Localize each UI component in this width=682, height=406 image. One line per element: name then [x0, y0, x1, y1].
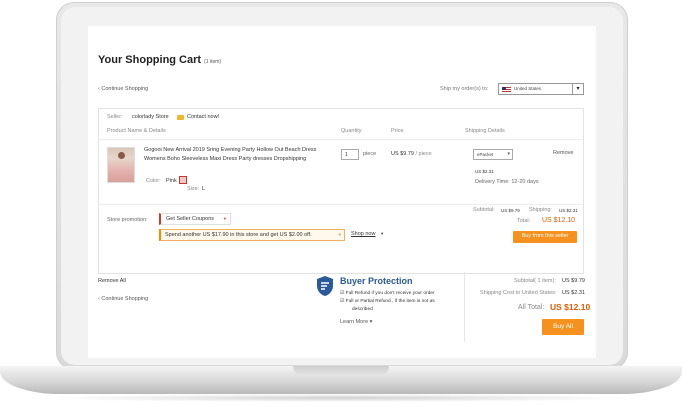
quantity-unit: piece: [363, 151, 377, 157]
learn-more-link[interactable]: Learn More ▾: [340, 319, 372, 325]
chevron-down-icon: ▾: [572, 84, 583, 94]
column-header-quantity: Quantity: [341, 128, 362, 134]
chevron-down-icon: ▾: [223, 216, 226, 221]
shield-icon: [317, 276, 333, 296]
store-shipping-value: US $2.31: [559, 208, 578, 213]
buy-all-label: Buy All: [553, 323, 573, 330]
mail-icon: [177, 115, 184, 120]
chevron-down-icon: ▾: [507, 151, 510, 157]
protection-line-2-text: Full or Partial Refund , if the item is …: [345, 299, 435, 304]
buy-from-seller-button[interactable]: Buy from this seller: [513, 231, 577, 243]
cart-item-count: (1 item): [204, 59, 222, 65]
remove-item-link[interactable]: Remove: [553, 150, 573, 156]
quantity-input[interactable]: 1: [341, 149, 359, 160]
ship-to-label: Ship my order(s) to:: [440, 86, 489, 92]
shop-now-link[interactable]: Shop now: [351, 231, 375, 237]
summary-subtotal-label: Subtotal( 1 item):: [514, 278, 556, 284]
summary-shipping-value: US $2.31: [562, 290, 585, 296]
divider: [464, 272, 465, 342]
get-seller-coupons-button[interactable]: Get Seller Coupons ▾: [159, 213, 231, 225]
store-subtotal-label: Subtotal:: [473, 207, 495, 213]
coupon-label: Get Seller Coupons: [166, 216, 214, 222]
color-value: Pink: [166, 178, 177, 184]
size-label: Size:: [187, 186, 200, 192]
color-label: Color:: [146, 178, 161, 184]
divider: [99, 204, 583, 205]
product-title-link[interactable]: Gogooi New Arrival 2019 Sring Evening Pa…: [144, 146, 319, 163]
divider: [99, 139, 583, 140]
protection-line-partial-refund: ☑ Full or Partial Refund , if the item i…: [340, 299, 435, 304]
page-title: Your Shopping Cart (1 item): [98, 54, 221, 66]
laptop-shadow: [40, 394, 642, 402]
remove-all-link[interactable]: Remove All: [98, 278, 126, 284]
unit-price-value: US $9.79: [391, 151, 414, 157]
protection-line-3-text: described: [352, 307, 373, 312]
contact-now-link[interactable]: Contact now!: [187, 114, 219, 120]
size-value: L: [202, 186, 206, 192]
spend-promotion-select[interactable]: Spend another US $17.90 in this store an…: [159, 229, 345, 241]
shipping-method-select[interactable]: ePacket ▾: [473, 149, 513, 160]
summary-subtotal-value: US $9.79: [562, 278, 585, 284]
seller-name-link[interactable]: colorlady Store: [132, 114, 169, 120]
unit-price: US $9.79 / piece: [391, 151, 432, 157]
continue-shopping-link-top[interactable]: ‹ Continue Shopping: [98, 86, 148, 92]
checkbox-icon: ☑: [340, 291, 345, 296]
us-flag-icon: [502, 87, 511, 92]
laptop-screen: Your Shopping Cart (1 item) ‹ Continue S…: [88, 26, 596, 358]
ship-to-value: United States: [514, 86, 542, 91]
column-header-price: Price: [391, 128, 404, 134]
store-section: Seller: colorlady Store Contact now! Pro…: [98, 108, 584, 274]
spend-promotion-text: Spend another US $17.90 in this store an…: [165, 232, 312, 238]
unit-price-suffix: / piece: [415, 151, 432, 157]
ship-to-select[interactable]: United States ▾: [498, 83, 584, 95]
buy-from-seller-label: Buy from this seller: [521, 233, 569, 239]
continue-shopping-link-bottom[interactable]: ‹ Continue Shopping: [98, 296, 148, 302]
product-thumbnail[interactable]: [107, 147, 135, 183]
laptop-notch: [293, 366, 389, 376]
buy-all-button[interactable]: Buy All: [542, 319, 584, 335]
seller-label: Seller:: [107, 114, 123, 120]
column-header-shipping: Shipping Details: [465, 128, 505, 134]
store-total-label: Total:: [517, 218, 531, 224]
chevron-down-icon: ▾: [381, 231, 384, 236]
shipping-method-value: ePacket: [477, 152, 494, 157]
buyer-protection-title: Buyer Protection: [340, 276, 413, 286]
color-swatch: [179, 176, 187, 184]
chevron-down-icon: ▾: [338, 232, 341, 237]
column-header-product: Product Name & Details: [107, 128, 166, 134]
checkbox-icon: ☑: [340, 299, 345, 304]
summary-total-value: US $12.10: [550, 302, 591, 312]
summary-shipping-label: Shipping Cost to United States:: [480, 290, 557, 296]
cart-title-text: Your Shopping Cart: [98, 54, 202, 66]
quantity-value: 1: [345, 152, 348, 158]
shipping-cost: US $2.31: [475, 169, 494, 174]
summary-total-label: All Total:: [518, 304, 545, 311]
store-total-value: US $12.10: [542, 217, 576, 224]
store-shipping-label: Shipping:: [529, 207, 552, 213]
store-promotion-label: Store promotion:: [107, 217, 148, 223]
protection-line-1-text: Full Refund if you don't receive your or…: [345, 291, 435, 296]
delivery-time: Delivery Time: 12-20 days: [475, 179, 539, 185]
store-subtotal-value: US $9.79: [501, 208, 520, 213]
protection-line-full-refund: ☑ Full Refund if you don't receive your …: [340, 291, 435, 296]
